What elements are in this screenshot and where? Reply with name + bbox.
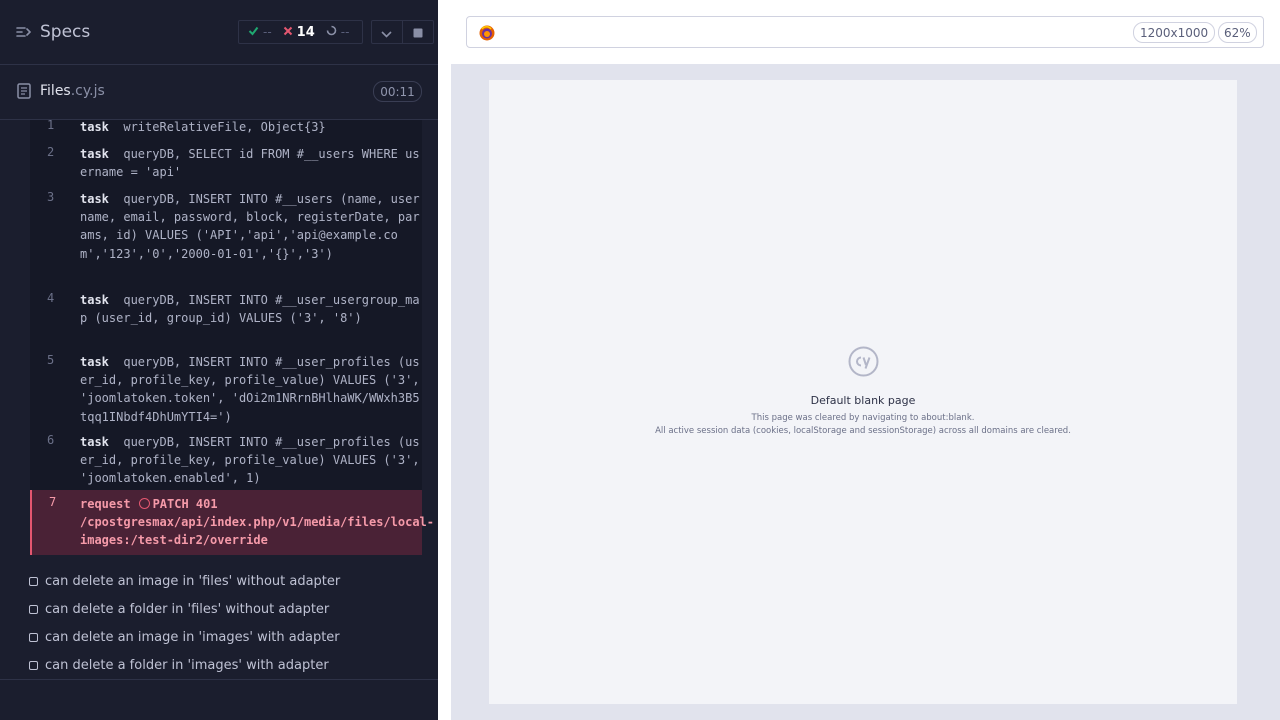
command-number: 4 (47, 291, 55, 305)
command-number: 7 (49, 495, 57, 509)
command-text: task writeRelativeFile, Object{3} (80, 120, 420, 136)
failed-stat: 14 (283, 25, 315, 40)
command-number: 6 (47, 433, 55, 447)
error-circle-icon (138, 498, 150, 509)
specs-label: Specs (40, 22, 91, 42)
check-icon (248, 25, 259, 40)
collapse-toggle-button[interactable] (372, 21, 403, 43)
command-number: 2 (47, 145, 55, 159)
command-text: task queryDB, INSERT INTO #__user_profil… (80, 433, 420, 488)
command-keyword: request (80, 497, 131, 511)
reporter-header: Specs -- 14 -- (0, 0, 438, 65)
test-item[interactable]: can delete an image in 'files' without a… (29, 571, 429, 591)
passed-stat: -- (248, 25, 272, 40)
url-bar: 1200x1000 62% (466, 16, 1264, 48)
stop-icon (413, 23, 423, 42)
test-item[interactable]: can delete a folder in 'images' with ada… (29, 655, 429, 675)
cypress-logo-icon (848, 346, 879, 381)
run-controls (371, 20, 434, 44)
command-message: queryDB, INSERT INTO #__user_profiles (u… (80, 355, 420, 424)
reporter-panel: Specs -- 14 -- Files.cy.js 00:11 1 task … (0, 0, 438, 720)
test-item[interactable]: can delete a folder in 'files' without a… (29, 599, 429, 619)
command-number: 1 (47, 120, 55, 132)
failed-command-row[interactable]: 7 request PATCH 401 /cpostgresmax/api/ind… (30, 490, 434, 555)
command-number: 3 (47, 190, 55, 204)
pending-stat: -- (326, 25, 350, 40)
test-title: can delete an image in 'files' without a… (45, 573, 341, 589)
passed-count: -- (263, 25, 272, 39)
spinner-icon (326, 25, 337, 40)
spec-file-name: Files.cy.js (40, 83, 105, 99)
command-keyword: task (80, 293, 109, 307)
zoom-badge: 62% (1218, 22, 1257, 43)
aut-iframe: Default blank page This page was cleared… (489, 80, 1237, 704)
command-message: queryDB, INSERT INTO #__users (name, use… (80, 192, 420, 261)
pending-test-icon (29, 660, 38, 670)
blank-page-session-note: All active session data (cookies, localS… (655, 426, 1071, 436)
specs-toggle-button[interactable]: Specs (16, 22, 90, 42)
x-icon (283, 25, 293, 40)
spec-file-base: Files (40, 83, 71, 99)
command-text: task queryDB, INSERT INTO #__user_usergr… (80, 291, 420, 327)
specs-list-icon (16, 25, 31, 39)
pending-test-icon (29, 604, 38, 614)
stop-button[interactable] (403, 21, 433, 43)
test-title: can delete a folder in 'images' with ada… (45, 657, 329, 673)
command-text: request PATCH 401 /cpostgresmax/api/index… (80, 495, 434, 550)
command-text: task queryDB, INSERT INTO #__users (name… (80, 190, 420, 263)
panel-resize-handle[interactable] (438, 64, 450, 720)
pending-count: -- (340, 25, 350, 39)
command-keyword: task (80, 147, 109, 161)
failed-count: 14 (296, 24, 315, 40)
command-number: 5 (47, 353, 55, 367)
command-message: queryDB, SELECT id FROM #__users WHERE u… (80, 147, 420, 180)
command-text: task queryDB, SELECT id FROM #__users WH… (80, 145, 420, 181)
command-message: queryDB, INSERT INTO #__user_usergroup_m… (80, 293, 420, 326)
test-title: can delete a folder in 'files' without a… (45, 601, 330, 617)
viewport-size-badge[interactable]: 1200x1000 (1133, 22, 1216, 43)
document-icon (17, 83, 31, 103)
footer-divider (0, 679, 438, 680)
chevron-down-icon (381, 23, 392, 42)
command-message: PATCH 401 /cpostgresmax/api/index.php/v1… (80, 497, 435, 548)
stats-summary: -- 14 -- (238, 20, 363, 44)
command-keyword: task (80, 192, 109, 206)
command-keyword: task (80, 355, 109, 369)
command-keyword: task (80, 435, 109, 449)
pending-test-icon (29, 576, 38, 586)
firefox-icon (479, 25, 495, 45)
test-item[interactable]: can delete an image in 'images' with ada… (29, 627, 429, 647)
command-message: writeRelativeFile, Object{3} (123, 120, 326, 134)
blank-page-title: Default blank page (810, 394, 916, 407)
command-message: queryDB, INSERT INTO #__user_profiles (u… (80, 435, 420, 486)
command-keyword: task (80, 120, 109, 134)
test-title: can delete an image in 'images' with ada… (45, 629, 340, 645)
blank-page-description: This page was cleared by navigating to a… (751, 413, 975, 423)
command-text: task queryDB, INSERT INTO #__user_profil… (80, 353, 420, 426)
duration-badge: 00:11 (373, 81, 422, 102)
pending-test-icon (29, 632, 38, 642)
spec-file-ext: .cy.js (70, 83, 105, 99)
